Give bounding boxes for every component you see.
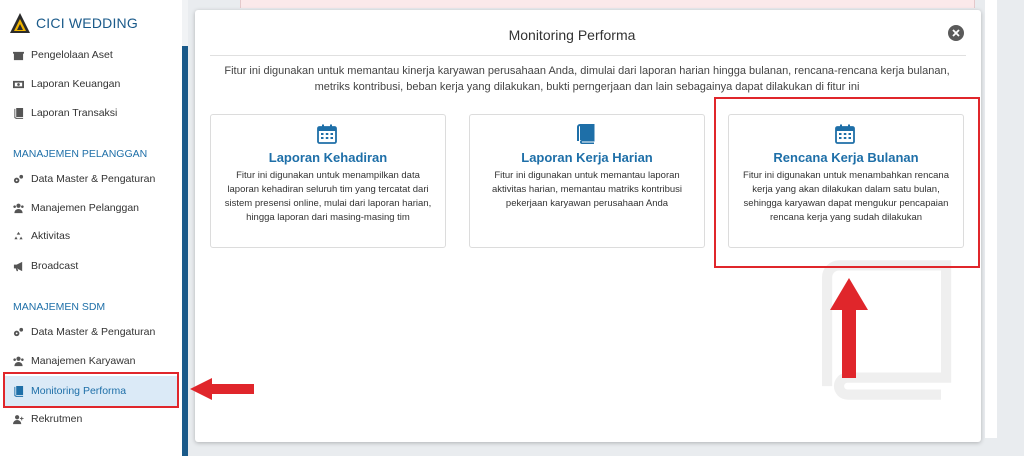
brand[interactable]: CICI WEDDING	[9, 12, 138, 34]
bullhorn-icon	[13, 261, 23, 271]
recycle-icon	[14, 231, 23, 239]
sidebar-item-laporan-keuangan[interactable]: Laporan Keuangan	[13, 75, 120, 93]
sidebar-item-pengelolaan-aset[interactable]: Pengelolaan Aset	[13, 46, 113, 64]
sidebar-item-aktivitas[interactable]: Aktivitas	[13, 227, 70, 245]
sidebar-item-label: Aktivitas	[31, 230, 71, 242]
sidebar-item-rekrutmen[interactable]: Rekrutmen	[13, 410, 82, 428]
card-laporan-kerja-harian[interactable]: Laporan Kerja Harian Fitur ini digunakan…	[469, 114, 705, 248]
money-icon	[13, 80, 24, 88]
sidebar-item-broadcast[interactable]: Broadcast	[13, 257, 78, 275]
annotation-arrow-left-icon	[190, 378, 254, 400]
sidebar-item-data-master-sdm[interactable]: Data Master & Pengaturan	[13, 323, 155, 341]
section-title-sdm: MANAJEMEN SDM	[13, 301, 106, 313]
sidebar-item-label: Laporan Keuangan	[31, 78, 121, 90]
modal-description: Fitur ini digunakan untuk memantau kiner…	[224, 65, 950, 93]
book-icon	[14, 107, 24, 119]
sidebar-item-label: Pengelolaan Aset	[31, 49, 113, 61]
sidebar: CICI WEDDING Pengelolaan Aset Laporan Ke…	[0, 0, 182, 456]
sidebar-item-label: Manajemen Karyawan	[31, 355, 136, 367]
sidebar-item-label: Data Master & Pengaturan	[31, 326, 156, 338]
card-laporan-kehadiran[interactable]: Laporan Kehadiran Fitur ini digunakan un…	[210, 114, 446, 248]
brand-logo-icon	[10, 13, 30, 33]
sidebar-scrollbar-track	[182, 0, 188, 46]
sidebar-item-label: Rekrutmen	[31, 413, 83, 425]
annotation-box-sidebar	[3, 372, 179, 408]
sidebar-scrollbar[interactable]	[182, 46, 188, 456]
modal-title: Monitoring Performa	[508, 27, 636, 43]
modal-close-button[interactable]	[948, 25, 964, 41]
box-icon	[13, 51, 24, 60]
background-panel-edge	[985, 0, 997, 438]
card-title: Laporan Kerja Harian	[521, 150, 653, 165]
card-title: Laporan Kehadiran	[268, 150, 388, 165]
annotation-box-card	[714, 97, 980, 268]
section-title-pelanggan: MANAJEMEN PELANGGAN	[13, 148, 148, 160]
book-icon	[577, 124, 595, 144]
sidebar-item-manajemen-karyawan[interactable]: Manajemen Karyawan	[13, 352, 135, 370]
sidebar-item-label: Manajemen Pelanggan	[31, 202, 139, 214]
close-icon	[952, 29, 960, 37]
card-description: Fitur ini digunakan untuk menampilkan da…	[224, 170, 432, 223]
modal-divider	[210, 55, 966, 56]
calendar-icon	[317, 124, 337, 144]
users-icon	[13, 356, 24, 366]
sidebar-item-label: Laporan Transaksi	[31, 107, 118, 119]
users-icon	[13, 203, 24, 213]
background-table-header	[240, 0, 975, 8]
user-plus-icon	[13, 414, 24, 424]
sidebar-item-label: Broadcast	[31, 260, 79, 272]
card-description: Fitur ini digunakan untuk memantau lapor…	[491, 170, 683, 209]
sidebar-item-data-master-pelanggan[interactable]: Data Master & Pengaturan	[13, 170, 155, 188]
sidebar-item-manajemen-pelanggan[interactable]: Manajemen Pelanggan	[13, 199, 139, 217]
brand-name: CICI WEDDING	[36, 15, 138, 31]
annotation-arrow-up-icon	[830, 278, 868, 378]
gears-icon	[13, 327, 24, 336]
sidebar-item-label: Data Master & Pengaturan	[31, 173, 156, 185]
gears-icon	[13, 174, 24, 183]
sidebar-item-laporan-transaksi[interactable]: Laporan Transaksi	[13, 104, 117, 122]
